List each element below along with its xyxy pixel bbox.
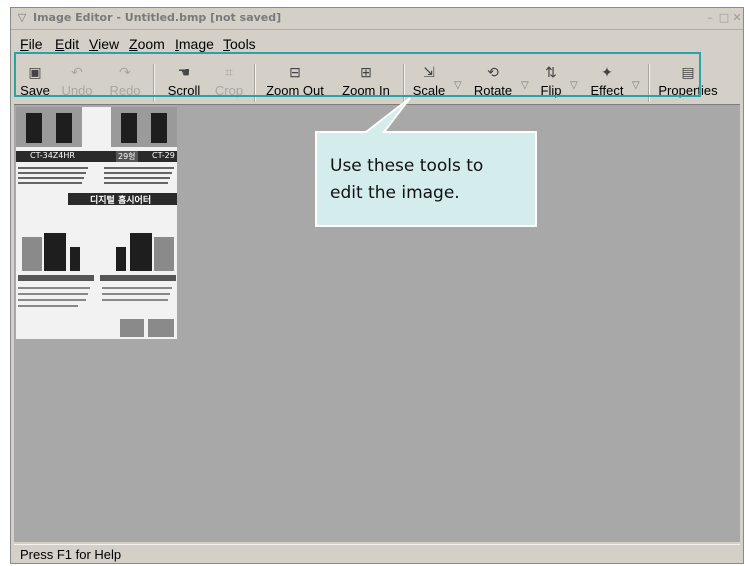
callout-line-1: Use these tools to (330, 156, 484, 176)
callout-line-2: edit the image. (330, 183, 460, 203)
callout-text: Use these tools to edit the image. (330, 153, 530, 207)
callout-balloon (315, 97, 537, 227)
